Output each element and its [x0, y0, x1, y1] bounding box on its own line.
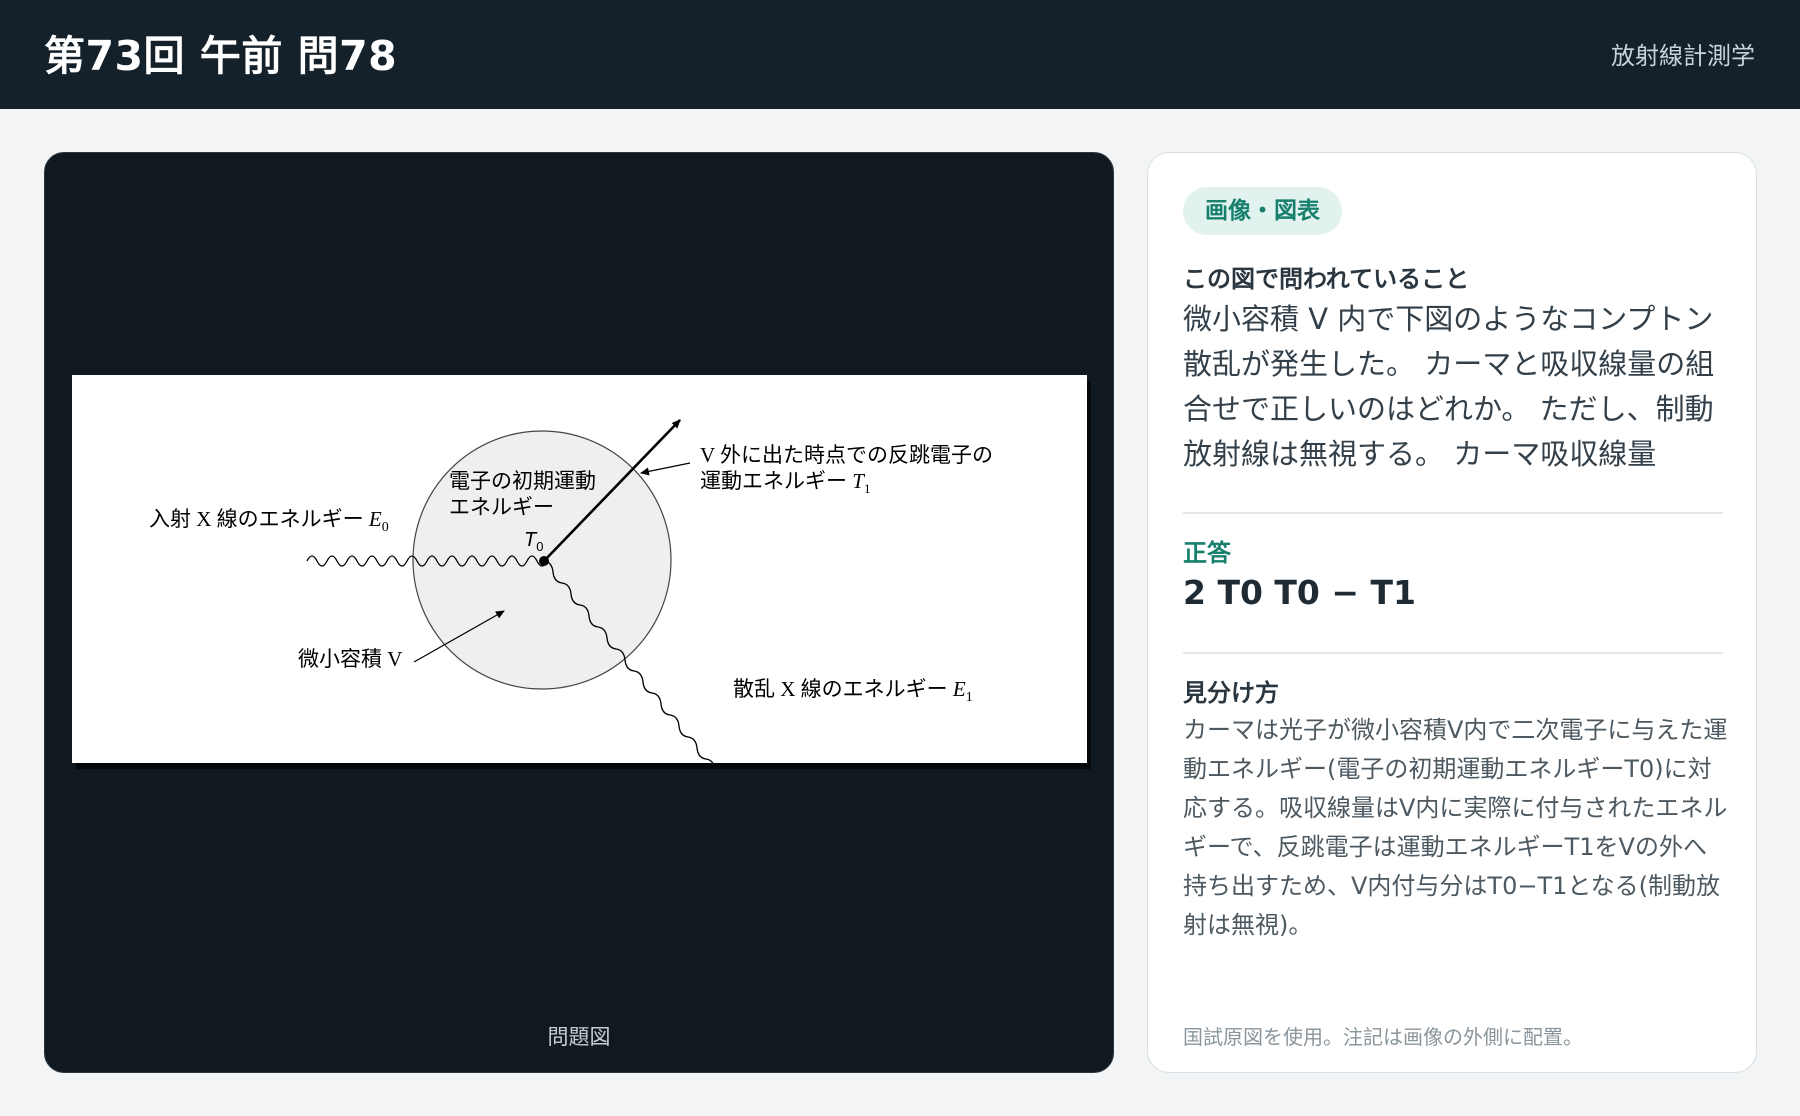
- recoil-energy-label-line1: V 外に出た時点での反跳電子の: [700, 443, 993, 467]
- howto-text: カーマは光子が微小容積V内で二次電子に与えた運動エネルギー(電子の初期運動エネル…: [1183, 716, 1728, 939]
- scattered-energy-label: 散乱 X 線のエネルギー E1: [733, 677, 973, 705]
- question-text: 微小容積 V 内で下図のようなコンプトン散乱が発生した。 カーマと吸収線量の組合…: [1183, 302, 1715, 471]
- footnote: 国試原図を使用。注記は画像の外側に配置。: [1183, 1025, 1583, 1049]
- initial-ke-label-line2: エネルギー: [449, 495, 554, 519]
- howto-heading: 見分け方: [1183, 679, 1279, 707]
- info-panel: 画像・図表 この図で問われていること 微小容積 V 内で下図のようなコンプトン散…: [1147, 152, 1757, 1073]
- divider: [1183, 512, 1723, 514]
- compton-scattering-diagram: 入射 X 線のエネルギー E0 電子の初期運動 エネルギー T0 V 外に出た時…: [149, 419, 993, 763]
- subject-label: 放射線計測学: [1611, 42, 1755, 70]
- incident-energy-label: 入射 X 線のエネルギー E0: [149, 507, 389, 535]
- initial-ke-label-line1: 電子の初期運動: [449, 469, 596, 493]
- page-title: 第73回 午前 問78: [44, 32, 398, 80]
- recoil-label-pointer: [640, 462, 691, 476]
- micro-volume-label: 微小容積 V: [298, 647, 402, 671]
- problem-figure: 入射 X 線のエネルギー E0 電子の初期運動 エネルギー T0 V 外に出た時…: [72, 375, 1087, 763]
- answer-value: 2 T0 T0 − T1: [1183, 573, 1416, 612]
- recoil-energy-label-line2: 運動エネルギー T1: [700, 469, 870, 496]
- figure-panel: 入射 X 線のエネルギー E0 電子の初期運動 エネルギー T0 V 外に出た時…: [44, 152, 1114, 1073]
- figure-caption: 問題図: [547, 1025, 611, 1049]
- interaction-point: [539, 556, 549, 566]
- category-badge: 画像・図表: [1183, 187, 1342, 235]
- answer-heading: 正答: [1183, 539, 1231, 567]
- divider: [1183, 652, 1723, 654]
- question-heading: この図で問われていること: [1183, 265, 1470, 293]
- top-bar: 第73回 午前 問78 放射線計測学: [0, 0, 1800, 109]
